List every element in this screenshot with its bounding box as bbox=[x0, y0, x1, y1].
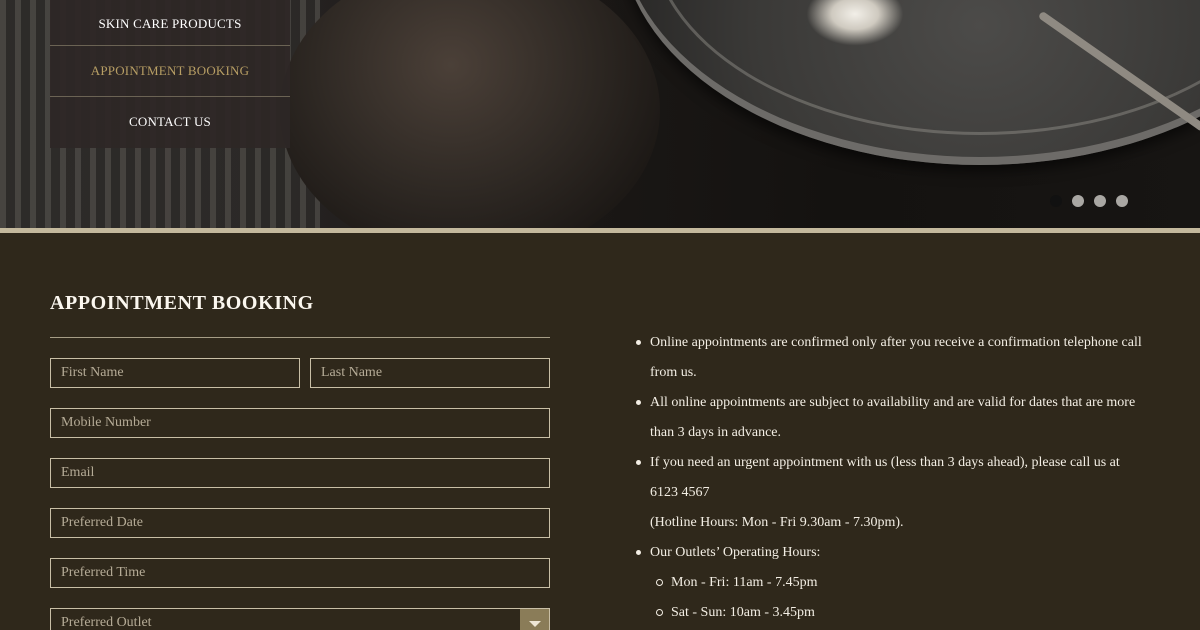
title-underline bbox=[50, 337, 550, 338]
slider-dots bbox=[1050, 195, 1128, 207]
chevron-down-icon[interactable] bbox=[520, 609, 549, 630]
dropdown-menu: SKIN CARE PRODUCTS APPOINTMENT BOOKING C… bbox=[50, 0, 290, 148]
hotline-hours-text: (Hotline Hours: Mon - Fri 9.30am - 7.30p… bbox=[650, 515, 904, 530]
section-divider bbox=[0, 228, 1200, 233]
preferred-outlet-value: Preferred Outlet bbox=[61, 615, 152, 630]
blossom-image bbox=[800, 0, 910, 50]
operating-hours-item: Mon - Fri: 11am - 7.45pm bbox=[636, 568, 1150, 598]
info-item: If you need an urgent appointment with u… bbox=[636, 448, 1150, 508]
info-item: All online appointments are subject to a… bbox=[636, 388, 1150, 448]
info-item: Online appointments are confirmed only a… bbox=[636, 328, 1150, 388]
slider-dot-2[interactable] bbox=[1072, 195, 1084, 207]
preferred-date-input[interactable] bbox=[50, 508, 550, 538]
menu-item-contact-us[interactable]: CONTACT US bbox=[50, 97, 290, 148]
email-input[interactable] bbox=[50, 458, 550, 488]
mobile-number-input[interactable] bbox=[50, 408, 550, 438]
menu-item-skin-care-products[interactable]: SKIN CARE PRODUCTS bbox=[50, 0, 290, 46]
towel-image bbox=[280, 0, 660, 228]
operating-hours-item: Sat - Sun: 10am - 3.45pm bbox=[636, 598, 1150, 628]
form-title: APPOINTMENT BOOKING bbox=[50, 292, 314, 314]
first-name-input[interactable] bbox=[50, 358, 300, 388]
slider-dot-3[interactable] bbox=[1094, 195, 1106, 207]
booking-info-list: Online appointments are confirmed only a… bbox=[636, 328, 1150, 628]
menu-item-appointment-booking[interactable]: APPOINTMENT BOOKING bbox=[50, 46, 290, 97]
preferred-time-input[interactable] bbox=[50, 558, 550, 588]
slider-dot-1[interactable] bbox=[1050, 195, 1062, 207]
info-item: Our Outlets’ Operating Hours: bbox=[636, 538, 1150, 568]
preferred-outlet-select[interactable]: Preferred Outlet bbox=[50, 608, 550, 630]
slider-dot-4[interactable] bbox=[1116, 195, 1128, 207]
last-name-input[interactable] bbox=[310, 358, 550, 388]
